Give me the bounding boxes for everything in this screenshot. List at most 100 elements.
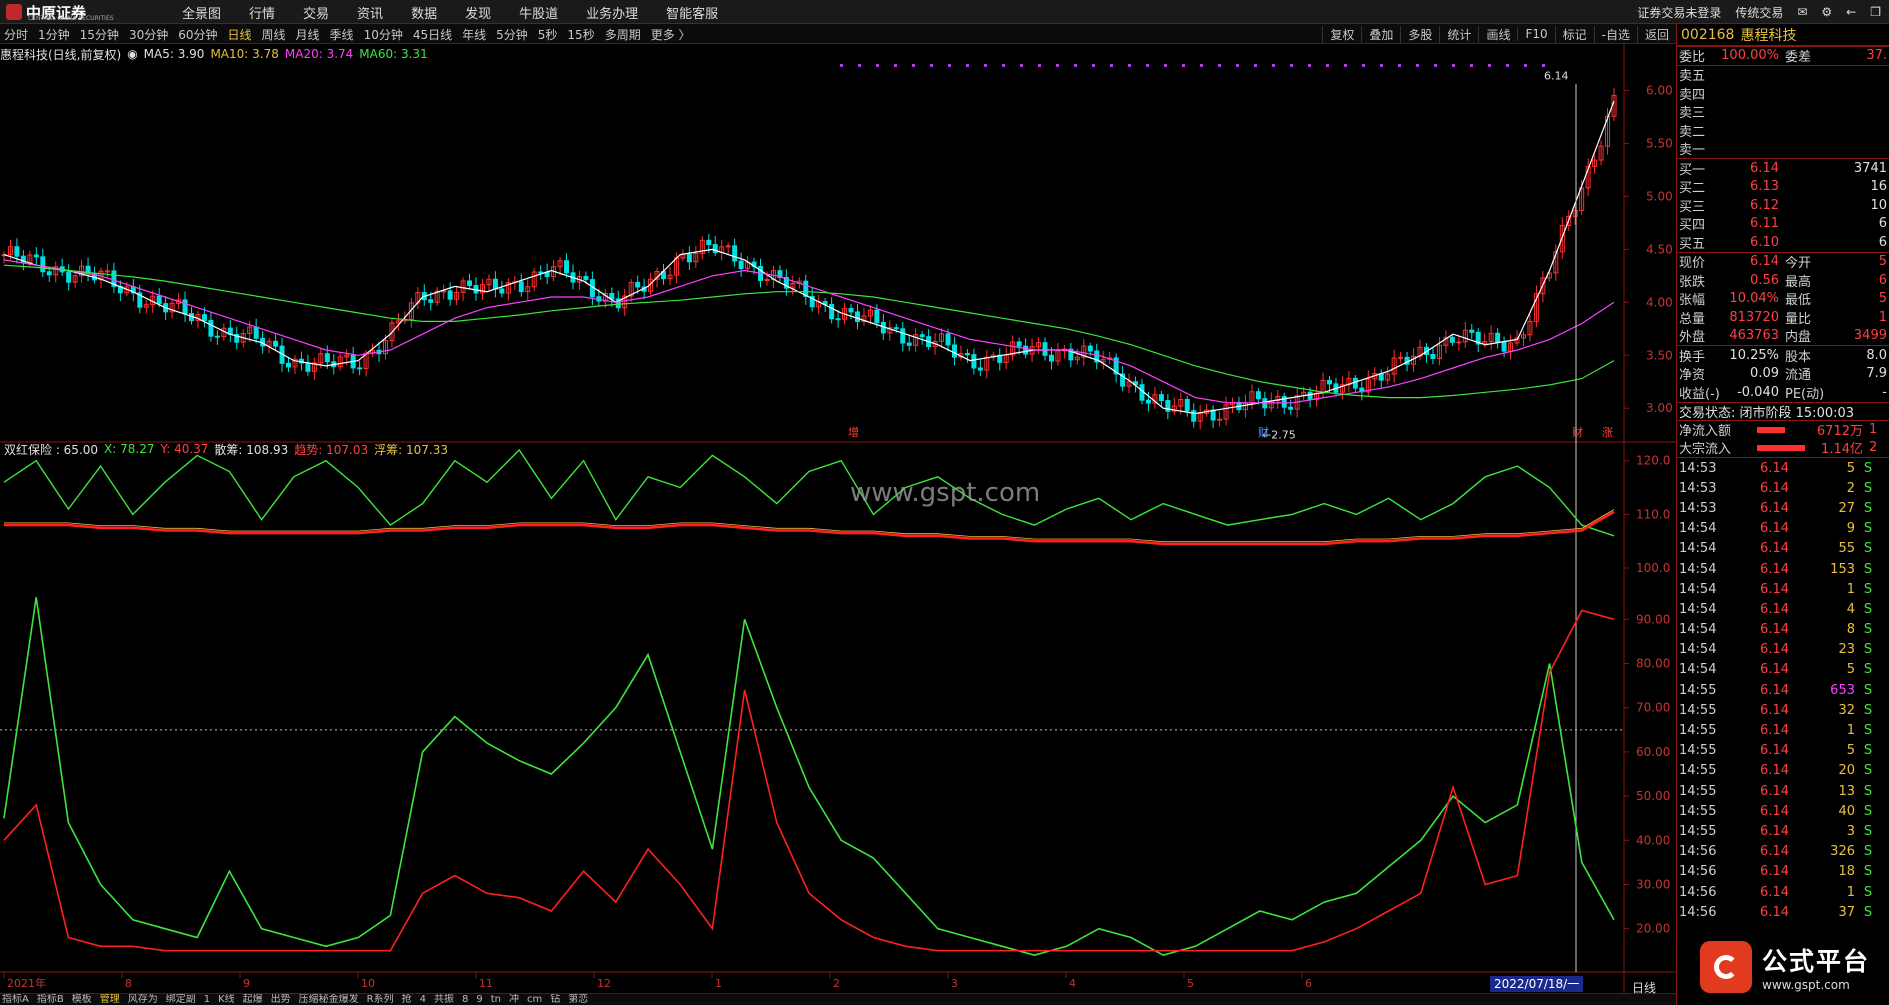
indicator-tab[interactable]: tn [491,994,501,1005]
toolbar-button[interactable]: 返回 [1636,25,1676,43]
nav-item[interactable]: 数据 [411,3,437,22]
nav-item[interactable]: 智能客服 [666,3,718,22]
trade-mode-button[interactable]: 传统交易 [1735,4,1783,21]
stat-row: 张幅 10.04% 最低 5 [1677,290,1889,308]
indicator-tab[interactable]: 冲 [509,994,519,1005]
toolbar-button[interactable]: 叠加 [1361,25,1400,43]
quote-stats: 现价 6.14 今开 5 张跌 0.56 最高 6 张幅 10.04% 最低 5 总量 813720 量比 1… [1677,251,1889,345]
tick-list[interactable]: 14:53 6.14 5 S 14:53 6.14 2 S 14:53 6.14 27 S 14:54 6… [1677,457,1889,922]
toolbar-button[interactable]: 统计 [1439,25,1478,43]
settings-icon[interactable]: ⚙ [1821,5,1832,19]
candle-body [945,333,951,346]
period-tab[interactable]: 年线 [462,26,486,43]
indicator-tab[interactable]: 4 [420,994,426,1005]
tick-side: S [1863,783,1873,799]
indicator-tab[interactable]: 绑定副 [166,994,196,1005]
event-dot [894,64,897,67]
tick-time: 14:54 [1679,642,1717,658]
order-volume: 16 [1870,179,1887,195]
nav-item[interactable]: 交易 [303,3,329,22]
tick-row: 14:54 6.14 9 S [1677,519,1889,539]
weibi-row: 委比 100.00% 委差 37. [1677,46,1889,65]
weibi-value: 100.00% [1721,48,1779,64]
nav-item[interactable]: 全景图 [182,3,221,22]
nav-item[interactable]: 发现 [465,3,491,22]
period-tab[interactable]: 多周期 [605,26,641,43]
event-dot [1470,64,1473,67]
restore-icon[interactable]: ❐ [1870,5,1881,19]
indicator-tab[interactable]: 8 [462,994,468,1005]
month-label: 6 [1305,977,1312,990]
month-label: 5 [1187,977,1194,990]
period-tab[interactable]: 月线 [296,26,320,43]
stat-value: 6 [1878,272,1887,288]
period-tab[interactable]: 更多 〉 [651,26,691,43]
indicator-tab[interactable]: 管理 [100,994,120,1005]
tick-volume: 32 [1838,702,1855,718]
candle-body [919,334,925,338]
toolbar-button[interactable]: 画线 [1478,25,1517,43]
indicator-tab[interactable]: 压缩秘金爆发 [299,994,359,1005]
candle-body [285,362,291,368]
period-tab[interactable]: 5秒 [538,26,558,43]
indicator-tab[interactable]: 1 [204,994,210,1005]
nav-item[interactable]: 牛股道 [519,3,558,22]
tick-time: 14:54 [1679,581,1717,597]
indicator-tab[interactable]: 第恋 [568,994,588,1005]
sanchou-line [3,448,1615,537]
period-indicator[interactable]: 日线 [1632,979,1656,996]
candle-body [182,299,188,315]
indicator-tab[interactable]: 抢 [402,994,412,1005]
order-price: 6.11 [1750,216,1779,232]
toolbar-button[interactable]: F10 [1517,27,1554,41]
indicator-tab[interactable]: 风存为 [128,994,158,1005]
order-row: 卖三 [1677,103,1889,121]
indicator-tab[interactable]: cm [527,994,542,1005]
indicator-tab[interactable]: 9 [476,994,482,1005]
period-tab[interactable]: 季线 [330,26,354,43]
indicator-tab[interactable]: 指标B [37,994,64,1005]
period-tab[interactable]: 45日线 [413,26,452,43]
indicator-tab[interactable]: 模板 [72,994,92,1005]
indicator-tab[interactable]: 共振 [434,994,454,1005]
nav-item[interactable]: 行情 [249,3,275,22]
candle-body [1191,410,1197,422]
tick-row: 14:55 6.14 13 S [1677,781,1889,801]
order-row: 卖四 [1677,84,1889,103]
toolbar-button[interactable]: 复权 [1322,25,1361,43]
indicator-tab[interactable]: 出势 [271,994,291,1005]
nav-item[interactable]: 资讯 [357,3,383,22]
indicator-tab[interactable]: K线 [218,994,235,1005]
price-high-label: 6.14 [1544,70,1569,83]
nav-item[interactable]: 业务办理 [586,3,638,22]
kline-chart[interactable]: 6.00 5.50 5.00 4.50 4.00 3.50 3.00 120.0 110.0 10… [0,44,1676,993]
indicator-tab[interactable]: 钻 [550,994,560,1005]
login-status-link[interactable]: 证券交易未登录 [1637,4,1721,21]
order-row: 买三 6.12 10 [1677,196,1889,215]
period-tab[interactable]: 1分钟 [38,26,70,43]
tick-row: 14:53 6.14 2 S [1677,478,1889,498]
toolbar-button[interactable]: -自选 [1593,25,1637,43]
indicator-tab[interactable]: 指标A [2,994,29,1005]
period-tab[interactable]: 30分钟 [129,26,168,43]
indicator-tab[interactable]: 起爆 [243,994,263,1005]
back-icon[interactable]: ← [1846,5,1856,19]
toolbar-button[interactable]: 多股 [1400,25,1439,43]
tick-time: 14:54 [1679,662,1717,678]
brand-url: www.gspt.com [1762,978,1850,992]
order-volume: 10 [1870,197,1887,213]
period-tab[interactable]: 15分钟 [80,26,119,43]
period-tab[interactable]: 分时 [4,26,28,43]
period-tab[interactable]: 60分钟 [178,26,217,43]
event-dot [1542,64,1545,67]
period-tab[interactable]: 周线 [262,26,286,43]
period-tab[interactable]: 5分钟 [496,26,528,43]
indicator-tab[interactable]: R系列 [367,994,394,1005]
period-tab[interactable]: 10分钟 [364,26,403,43]
event-dot [1200,64,1203,67]
message-icon[interactable]: ✉ [1797,5,1807,19]
tick-side: S [1863,803,1873,819]
period-tab[interactable]: 15秒 [567,26,594,43]
toolbar-button[interactable]: 标记 [1554,25,1594,43]
period-tab[interactable]: 日线 [228,26,252,43]
